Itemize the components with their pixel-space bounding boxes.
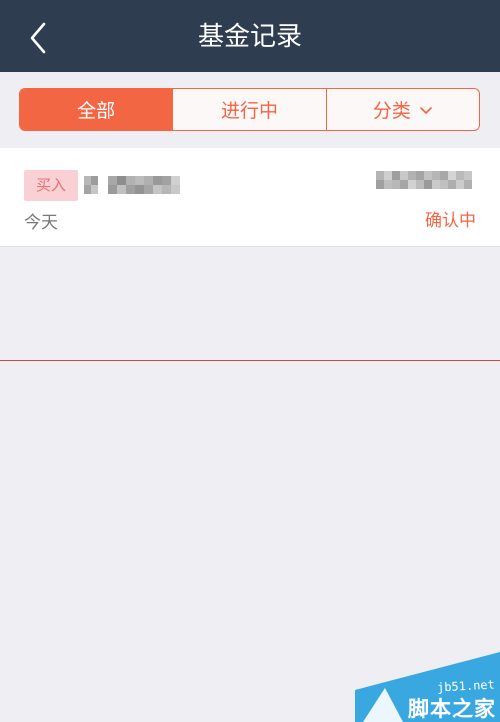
nav-bar: 基金记录	[0, 0, 500, 72]
back-button[interactable]	[18, 18, 58, 58]
watermark: jb51.net 脚本之家	[355, 652, 500, 722]
record-status: 确认中	[425, 211, 476, 231]
page-title: 基金记录	[197, 22, 302, 52]
tab-in-progress[interactable]: 进行中	[172, 89, 325, 130]
tab-category-label: 分类	[372, 100, 411, 122]
tab-all-label: 全部	[77, 100, 116, 122]
tab-all[interactable]: 全部	[20, 89, 173, 130]
chevron-down-icon	[420, 106, 432, 114]
amount-redacted	[376, 169, 476, 191]
tab-category[interactable]: 分类	[325, 89, 479, 130]
watermark-brand: 脚本之家	[408, 697, 496, 721]
transaction-type-badge: 买入	[24, 170, 78, 201]
filter-tab-group: 全部 进行中 分类	[19, 88, 480, 131]
record-list: 买入 今天 确认中	[0, 148, 500, 247]
fund-name-redacted	[84, 174, 184, 196]
list-item[interactable]: 买入 今天 确认中	[0, 148, 500, 246]
chevron-left-icon	[30, 22, 46, 54]
tab-in-progress-label: 进行中	[220, 100, 278, 122]
divider-line	[0, 360, 500, 361]
record-date: 今天	[24, 213, 58, 233]
